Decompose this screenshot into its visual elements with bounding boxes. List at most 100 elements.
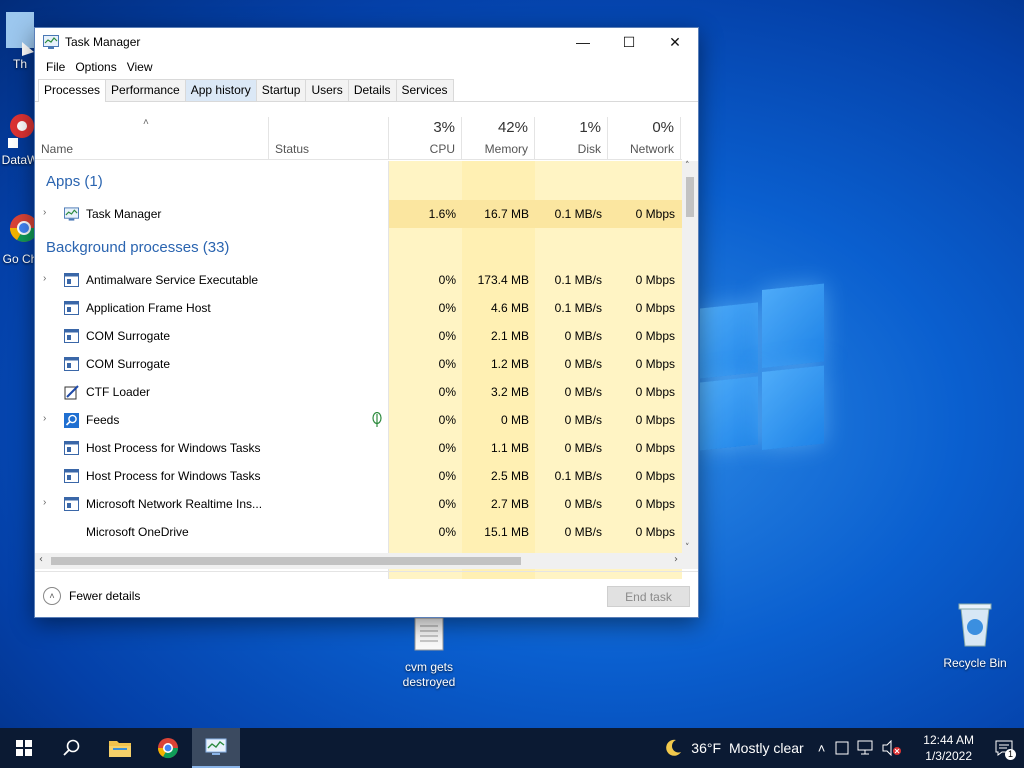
process-window-icon [64, 273, 79, 287]
table-row[interactable]: › Microsoft Network Realtime Ins... 0% 2.7 … [35, 490, 682, 518]
column-status[interactable]: Status [269, 117, 389, 160]
horizontal-scrollbar[interactable]: ‹ › [35, 553, 698, 569]
tab-startup[interactable]: Startup [255, 79, 307, 101]
cpu-value: 0% [438, 413, 456, 427]
network-value: 0 Mbps [635, 207, 675, 221]
tab-strip: Processes Performance App history Startu… [35, 78, 698, 102]
close-button[interactable]: ✕ [652, 28, 698, 56]
ctf-loader-icon [64, 385, 79, 400]
volume-muted-icon[interactable] [881, 740, 903, 756]
table-row[interactable]: Host Process for Windows Tasks 0% 2.5 MB 0.… [35, 462, 682, 490]
notification-center-button[interactable]: 1 [984, 728, 1024, 768]
disk-value: 0 MB/s [564, 413, 602, 427]
cpu-value: 0% [438, 469, 456, 483]
memory-value: 173.4 MB [477, 273, 529, 287]
minimize-button[interactable]: — [560, 28, 606, 56]
table-row[interactable]: › Antimalware Service Executable 0% 173.4 M… [35, 266, 682, 294]
process-window-icon [64, 497, 79, 511]
column-name[interactable]: ˄ Name [35, 117, 269, 160]
cpu-value: 0% [438, 301, 456, 315]
menu-view[interactable]: View [122, 60, 158, 74]
weather-desc[interactable]: Mostly clear [729, 740, 804, 756]
table-body: Apps (1) › Task Manager 1.6% 16.7 MB 0.1 MB/… [35, 161, 682, 579]
chevron-right-icon[interactable]: › [43, 273, 46, 284]
network-icon[interactable] [857, 740, 875, 756]
table-row[interactable]: COM Surrogate 0% 1.2 MB 0 MB/s 0 Mbps [35, 350, 682, 378]
weather-temp[interactable]: 36°F [691, 740, 721, 756]
scroll-down-icon[interactable]: ˅ [685, 543, 690, 553]
table-row[interactable]: Microsoft OneDrive 0% 15.1 MB 0 MB/s 0 Mbps [35, 518, 682, 546]
tab-details[interactable]: Details [347, 79, 397, 101]
column-disk[interactable]: 1% Disk [535, 117, 608, 160]
column-network[interactable]: 0% Network [608, 117, 681, 160]
memory-value: 2.5 MB [490, 469, 529, 483]
fewer-details-button[interactable]: ˄ Fewer details [43, 587, 140, 605]
process-name: Microsoft Network Realtime Ins... [86, 497, 263, 511]
memory-value: 1.1 MB [490, 441, 529, 455]
process-name: COM Surrogate [86, 357, 171, 371]
notification-count-badge: 1 [1005, 749, 1016, 760]
process-window-icon [64, 357, 79, 371]
tab-app-history[interactable]: App history [184, 79, 257, 101]
scroll-right-icon[interactable]: › [674, 554, 678, 565]
title-bar[interactable]: Task Manager — ☐ ✕ [35, 28, 698, 56]
file-explorer-button[interactable] [96, 728, 144, 768]
search-button[interactable] [48, 728, 96, 768]
memory-value: 16.7 MB [484, 207, 529, 221]
disk-value: 0.1 MB/s [554, 207, 602, 221]
cpu-value: 0% [438, 441, 456, 455]
table-row[interactable]: COM Surrogate 0% 2.1 MB 0 MB/s 0 Mbps [35, 322, 682, 350]
process-window-icon [64, 329, 79, 343]
disk-value: 0.1 MB/s [554, 273, 602, 287]
scroll-left-icon[interactable]: ‹ [39, 554, 43, 565]
chevron-right-icon[interactable]: › [43, 413, 46, 424]
column-memory[interactable]: 42% Memory [462, 117, 535, 160]
footer-bar: ˄ Fewer details End task [35, 571, 698, 617]
memory-value: 2.1 MB [490, 329, 529, 343]
disk-value: 0 MB/s [564, 357, 602, 371]
menu-options[interactable]: Options [70, 60, 121, 74]
taskbar: 36°F Mostly clear ˄ 12:44 AM 1/3/2022 1 [0, 728, 1024, 768]
table-header: ˄ Name Status 3% CPU 42% Memory 1% Disk … [35, 117, 682, 160]
scroll-thumb[interactable] [686, 177, 694, 217]
display-icon[interactable] [835, 741, 849, 755]
tab-processes[interactable]: Processes [38, 79, 107, 102]
desktop-icon-text-file[interactable]: cvm gets destroyed [392, 616, 466, 690]
disk-value: 0.1 MB/s [554, 469, 602, 483]
network-value: 0 Mbps [635, 441, 675, 455]
tab-performance[interactable]: Performance [105, 79, 186, 101]
task-manager-taskbar-button[interactable] [192, 728, 240, 768]
maximize-button[interactable]: ☐ [606, 28, 652, 56]
clock[interactable]: 12:44 AM 1/3/2022 [923, 732, 974, 764]
tab-users[interactable]: Users [305, 79, 349, 101]
process-name: Host Process for Windows Tasks [86, 469, 261, 483]
task-manager-window: Task Manager — ☐ ✕ File Options View Pro… [34, 27, 699, 618]
scroll-thumb-horizontal[interactable] [51, 557, 521, 565]
chevron-up-icon[interactable]: ˄ [818, 741, 826, 756]
column-power[interactable]: P [681, 117, 682, 160]
desktop-icon-label: cvm gets destroyed [402, 660, 456, 689]
tab-services[interactable]: Services [395, 79, 454, 101]
process-window-icon [64, 301, 79, 315]
network-value: 0 Mbps [635, 469, 675, 483]
chevron-right-icon[interactable]: › [43, 497, 46, 508]
table-row[interactable]: › Task Manager 1.6% 16.7 MB 0.1 MB/s 0 Mbps [35, 200, 682, 228]
end-task-button[interactable]: End task [607, 586, 690, 607]
cpu-value: 0% [438, 357, 456, 371]
network-value: 0 Mbps [635, 273, 675, 287]
desktop-icon-recycle-bin[interactable]: Recycle Bin [938, 602, 1012, 671]
network-value: 0 Mbps [635, 301, 675, 315]
vertical-scrollbar[interactable]: ˄ ˅ [682, 161, 698, 553]
table-row[interactable]: Application Frame Host 0% 4.6 MB 0.1 MB/s 0 … [35, 294, 682, 322]
network-value: 0 Mbps [635, 525, 675, 539]
chrome-button[interactable] [144, 728, 192, 768]
system-tray: 36°F Mostly clear ˄ 12:44 AM 1/3/2022 1 [663, 728, 1024, 768]
menu-file[interactable]: File [41, 60, 70, 74]
table-row[interactable]: Host Process for Windows Tasks 0% 1.1 MB 0 … [35, 434, 682, 462]
chevron-right-icon[interactable]: › [43, 207, 46, 218]
table-row[interactable]: CTF Loader 0% 3.2 MB 0 MB/s 0 Mbps [35, 378, 682, 406]
table-row[interactable]: › Feeds 0% 0 MB 0 MB/s 0 Mbps [35, 406, 682, 434]
scroll-up-icon[interactable]: ˄ [685, 161, 690, 171]
column-cpu[interactable]: 3% CPU [389, 117, 462, 160]
start-button[interactable] [0, 728, 48, 768]
